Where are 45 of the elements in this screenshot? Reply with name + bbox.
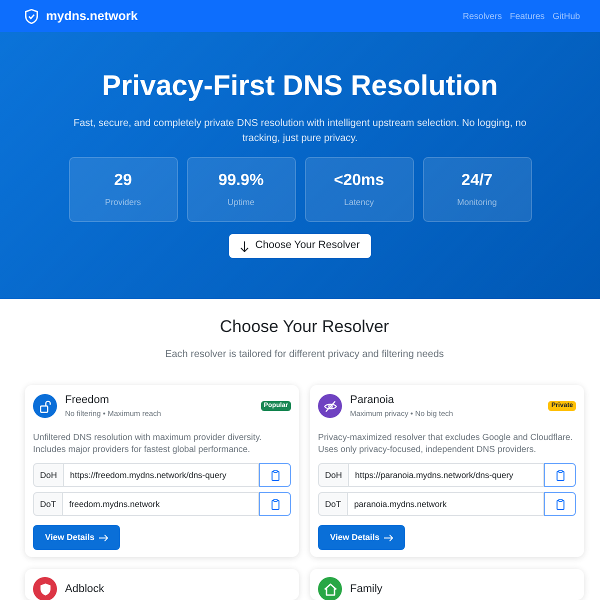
stat-label: Uptime — [228, 197, 254, 208]
clipboard-icon — [556, 498, 564, 510]
hero-title: Privacy-First DNS Resolution — [101, 69, 499, 104]
copy-button[interactable] — [544, 463, 576, 487]
clipboard-icon — [270, 498, 280, 510]
stat-value: 29 — [114, 171, 132, 191]
stat-label: Monitoring — [457, 197, 497, 208]
stat-value: <20ms — [334, 171, 384, 191]
section-title: Choose Your Resolver — [218, 316, 390, 338]
copy-button[interactable] — [259, 492, 291, 516]
arrow-right-icon — [384, 534, 394, 542]
brand-link[interactable]: mydns.network — [46, 8, 138, 24]
view-details-button[interactable]: View Details — [33, 525, 120, 550]
resolver-name: Freedom — [65, 393, 110, 407]
protocol-label: DoT — [318, 492, 348, 516]
resolver-name: Family — [350, 582, 382, 596]
nav-link[interactable]: Features — [510, 10, 545, 22]
endpoint-field[interactable]: https://freedom.mydns.network/dns-query — [64, 463, 259, 487]
endpoint-field[interactable]: https://paranoia.mydns.network/dns-query — [349, 463, 544, 487]
clipboard-icon — [270, 470, 280, 480]
endpoint-field[interactable]: paranoia.mydns.network — [348, 492, 544, 516]
stat-value: 99.9% — [218, 171, 264, 191]
clipboard-icon — [556, 470, 564, 480]
protocol-label: DoT — [33, 492, 64, 516]
shield-check-icon — [25, 8, 38, 24]
stat-label: Latency — [344, 197, 374, 208]
stat-value: 24/7 — [461, 171, 493, 191]
nav-link[interactable]: Resolvers — [462, 10, 502, 22]
choose-resolver-button[interactable]: Choose Your Resolver — [229, 234, 371, 258]
arrow-right-icon — [99, 534, 108, 542]
copy-button[interactable] — [544, 492, 576, 516]
endpoint-field[interactable]: freedom.mydns.network — [63, 492, 259, 516]
hero-subtitle: Fast, secure, and completely private DNS resolution with intelligent upstream selection. No logging, no tracking, just pure privacy. — [72, 117, 528, 146]
copy-button[interactable] — [259, 463, 291, 487]
protocol-label: DoH — [318, 463, 350, 487]
resolver-description: Unfiltered DNS resolution with maximum provider diversity. Includes major providers for fastest global performance. — [33, 431, 263, 455]
arrow-down-icon — [240, 240, 250, 252]
resolver-description: Privacy-maximized resolver that excludes Google and Cloudflare. Uses only privacy-focused, independent DNS providers. — [318, 431, 574, 455]
resolver-name: Adblock — [65, 582, 104, 596]
view-details-button[interactable]: View Details — [318, 525, 406, 550]
section-subtitle: Each resolver is tailored for different privacy and filtering needs — [164, 348, 445, 362]
resolver-name: Paranoia — [350, 393, 396, 407]
protocol-label: DoH — [33, 463, 64, 487]
stat-label: Providers — [105, 197, 141, 208]
nav-link[interactable]: GitHub — [552, 10, 580, 22]
